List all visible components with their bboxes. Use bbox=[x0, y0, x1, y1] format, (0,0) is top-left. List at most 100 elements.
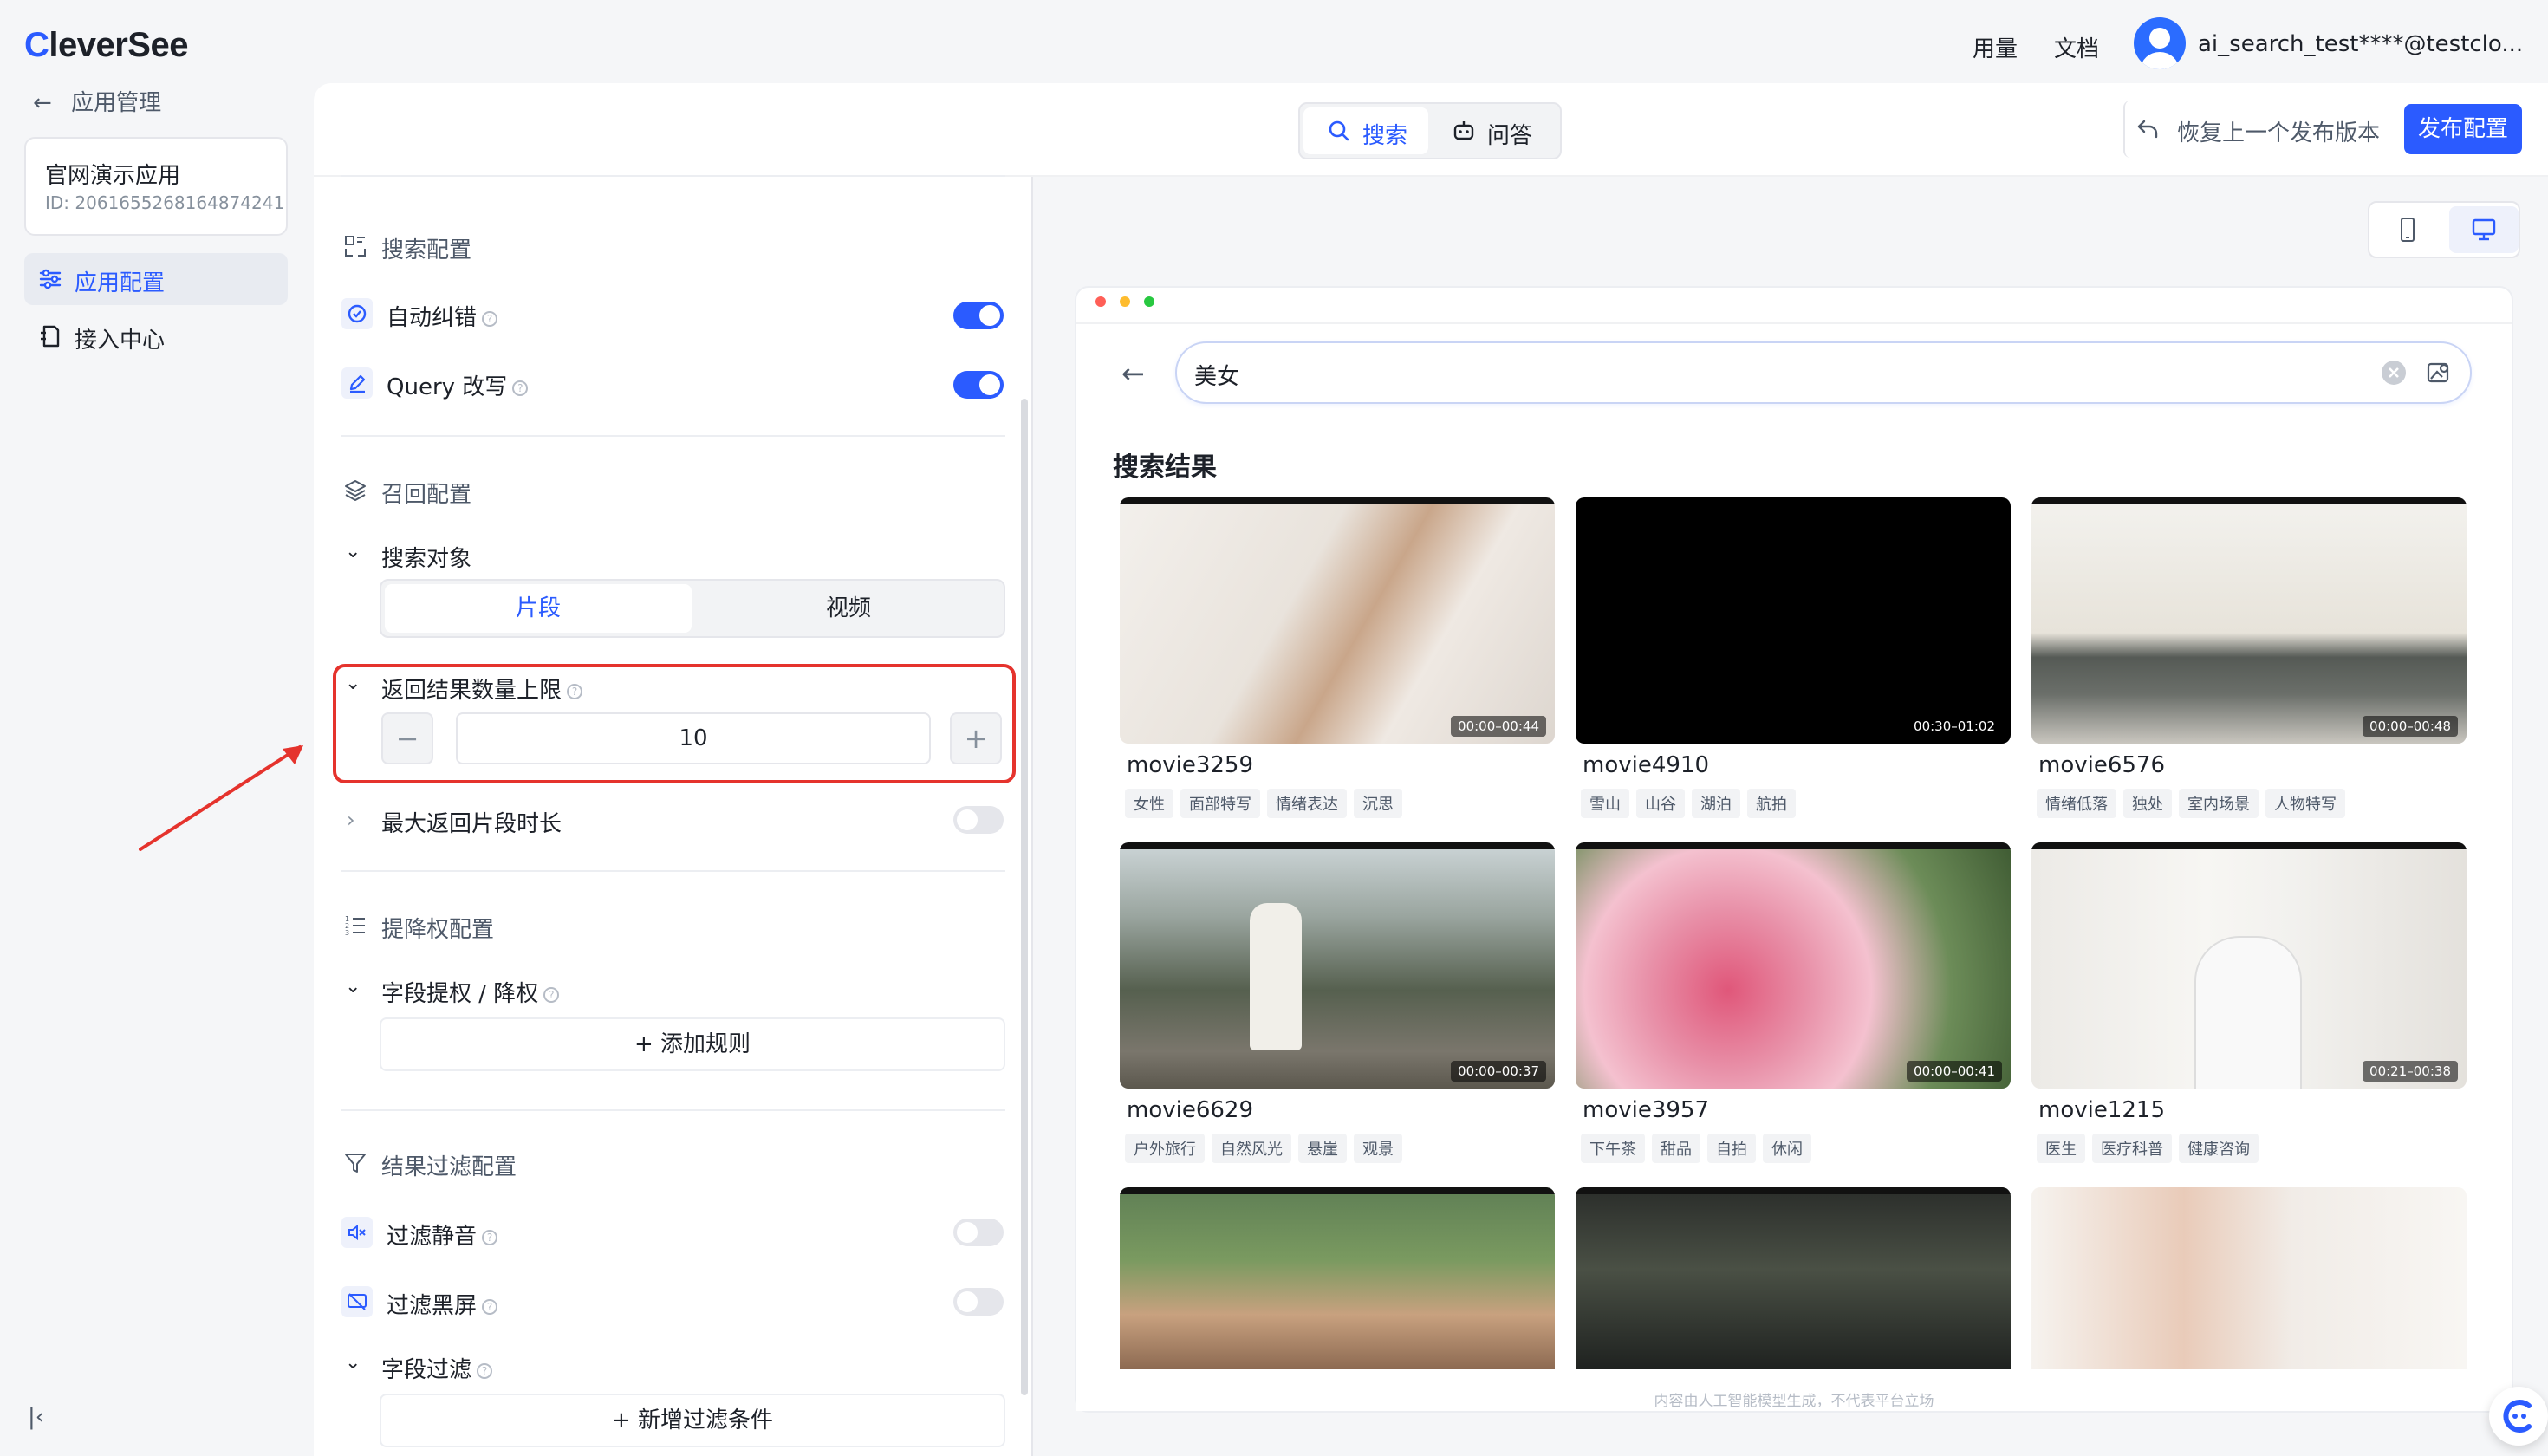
tag: 休闲 bbox=[1763, 1134, 1811, 1163]
result-title[interactable]: movie1215 bbox=[2038, 1097, 2165, 1123]
result-thumbnail[interactable]: 00:00–00:48 bbox=[2031, 497, 2467, 744]
tab-qa[interactable]: 问答 bbox=[1432, 107, 1557, 154]
filter-silent-toggle[interactable] bbox=[953, 1219, 1004, 1246]
sidebar-item-app-config[interactable]: 应用配置 bbox=[24, 253, 288, 305]
tag: 人物特写 bbox=[2265, 789, 2345, 818]
window-maximize-dot bbox=[1144, 296, 1154, 307]
robot-icon bbox=[1453, 121, 1474, 140]
scan-icon bbox=[345, 236, 366, 257]
search-target-option-video[interactable]: 视频 bbox=[695, 584, 1002, 633]
max-clip-duration-toggle[interactable] bbox=[953, 806, 1004, 834]
back-to-app-management[interactable]: ← 应用管理 bbox=[33, 85, 161, 117]
preview-search-input[interactable] bbox=[1175, 341, 2472, 404]
mobile-view-button[interactable] bbox=[2373, 206, 2442, 253]
max-results-label: 返回结果数量上限? bbox=[381, 673, 583, 705]
plus-icon: + bbox=[634, 1031, 661, 1057]
chevron-down-icon[interactable]: ⌄ bbox=[345, 541, 361, 562]
config-scrollbar[interactable] bbox=[1021, 399, 1028, 1395]
sidebar-item-label: 应用配置 bbox=[75, 270, 166, 296]
tab-label: 搜索 bbox=[1362, 123, 1408, 149]
divider bbox=[341, 435, 1005, 437]
docs-link[interactable]: 文档 bbox=[2054, 31, 2099, 63]
back-arrow-icon[interactable]: ← bbox=[1121, 357, 1145, 390]
result-title[interactable]: movie6576 bbox=[2038, 752, 2165, 778]
tag: 雪山 bbox=[1581, 789, 1629, 818]
result-tags: 女性 面部特写 情绪表达 沉思 bbox=[1125, 789, 1409, 818]
increment-button[interactable]: + bbox=[950, 712, 1002, 764]
phone-icon bbox=[2401, 218, 2415, 242]
tag: 沉思 bbox=[1354, 789, 1402, 818]
result-thumbnail[interactable]: 00:00–00:44 bbox=[1120, 497, 1555, 744]
help-icon[interactable]: ? bbox=[567, 683, 583, 699]
result-thumbnail[interactable]: 00:21–00:38 bbox=[2031, 842, 2467, 1089]
search-target-label: 搜索对象 bbox=[381, 546, 472, 572]
window-close-dot bbox=[1095, 296, 1106, 307]
result-title[interactable]: movie3259 bbox=[1127, 752, 1253, 778]
duration-badge: 00:00–00:37 bbox=[1451, 1061, 1546, 1082]
tab-search[interactable]: 搜索 bbox=[1303, 107, 1428, 154]
results-title: 搜索结果 bbox=[1113, 452, 1217, 483]
decrement-button[interactable]: − bbox=[381, 712, 433, 764]
check-circle-icon bbox=[341, 298, 373, 329]
section-title-filter: 结果过滤配置 bbox=[381, 1154, 517, 1180]
result-thumbnail[interactable]: 00:00–00:37 bbox=[1120, 842, 1555, 1089]
image-search-icon[interactable] bbox=[2425, 359, 2453, 387]
assistant-button[interactable] bbox=[2489, 1387, 2548, 1446]
max-results-input[interactable]: 10 bbox=[456, 712, 931, 764]
duration-badge: 00:00–00:48 bbox=[2363, 716, 2458, 737]
result-thumbnail[interactable] bbox=[1120, 1187, 1555, 1369]
duration-badge: 00:00–00:44 bbox=[1451, 716, 1546, 737]
tag: 健康咨询 bbox=[2179, 1134, 2259, 1163]
chevron-down-icon[interactable]: ⌄ bbox=[345, 673, 361, 694]
field-filter-label: 字段过滤? bbox=[381, 1352, 493, 1384]
filter-black-label: 过滤黑屏? bbox=[387, 1288, 498, 1320]
result-thumbnail[interactable] bbox=[1576, 1187, 2011, 1369]
result-title[interactable]: movie3957 bbox=[1583, 1097, 1709, 1123]
tag: 湖泊 bbox=[1692, 789, 1740, 818]
help-icon[interactable]: ? bbox=[543, 986, 560, 1003]
window-minimize-dot bbox=[1120, 296, 1130, 307]
add-rule-button[interactable]: + 添加规则 bbox=[380, 1017, 1005, 1071]
app-id: ID: 2061655268164874241 bbox=[45, 192, 285, 213]
user-email[interactable]: ai_search_test****@testclo... bbox=[2198, 31, 2523, 57]
chevron-down-icon[interactable]: ⌄ bbox=[345, 976, 361, 998]
auto-correct-label: 自动纠错? bbox=[387, 300, 498, 332]
collapse-sidebar-icon[interactable]: |‹ bbox=[28, 1404, 44, 1430]
section-title-recall: 召回配置 bbox=[381, 482, 472, 508]
help-icon[interactable]: ? bbox=[512, 380, 529, 396]
publish-button[interactable]: 发布配置 bbox=[2404, 104, 2522, 154]
desktop-view-button[interactable] bbox=[2449, 206, 2519, 253]
chevron-right-icon[interactable]: › bbox=[347, 808, 355, 832]
usage-link[interactable]: 用量 bbox=[1973, 31, 2018, 63]
avatar[interactable] bbox=[2134, 17, 2186, 69]
clear-icon[interactable] bbox=[2380, 359, 2408, 387]
edit-icon bbox=[341, 367, 373, 399]
tag: 医疗科普 bbox=[2092, 1134, 2172, 1163]
result-thumbnail[interactable]: 00:00–00:41 bbox=[1576, 842, 2011, 1089]
search-target-option-clip[interactable]: 片段 bbox=[385, 584, 692, 633]
restore-version-button[interactable]: 恢复上一个发布版本 bbox=[2123, 101, 2383, 158]
result-thumbnail[interactable]: 00:30–01:02 bbox=[1576, 497, 2011, 744]
help-icon[interactable]: ? bbox=[482, 310, 498, 327]
result-title[interactable]: movie6629 bbox=[1127, 1097, 1253, 1123]
duration-badge: 00:21–00:38 bbox=[2363, 1061, 2458, 1082]
logo[interactable]: CleverSee bbox=[24, 26, 188, 65]
help-icon[interactable]: ? bbox=[477, 1362, 493, 1379]
help-icon[interactable]: ? bbox=[482, 1229, 498, 1245]
result-thumbnail[interactable] bbox=[2031, 1187, 2467, 1369]
auto-correct-toggle[interactable] bbox=[953, 302, 1004, 329]
query-rewrite-toggle[interactable] bbox=[953, 371, 1004, 399]
max-clip-duration-label: 最大返回片段时长 bbox=[381, 811, 562, 837]
preview-search-query: 美女 bbox=[1194, 364, 1240, 390]
sliders-icon bbox=[39, 269, 62, 289]
monitor-icon bbox=[2472, 218, 2496, 241]
sidebar-item-integration[interactable]: 接入中心 bbox=[24, 310, 288, 362]
chevron-down-icon[interactable]: ⌄ bbox=[345, 1352, 361, 1374]
result-title[interactable]: movie4910 bbox=[1583, 752, 1709, 778]
filter-black-toggle[interactable] bbox=[953, 1288, 1004, 1316]
ai-disclaimer: 内容由人工智能模型生成，不代表平台立场 bbox=[1654, 1393, 1934, 1410]
help-icon[interactable]: ? bbox=[482, 1298, 498, 1315]
section-title-search: 搜索配置 bbox=[381, 237, 472, 263]
add-filter-button[interactable]: + 新增过滤条件 bbox=[380, 1394, 1005, 1447]
annotation-arrow bbox=[139, 745, 303, 851]
